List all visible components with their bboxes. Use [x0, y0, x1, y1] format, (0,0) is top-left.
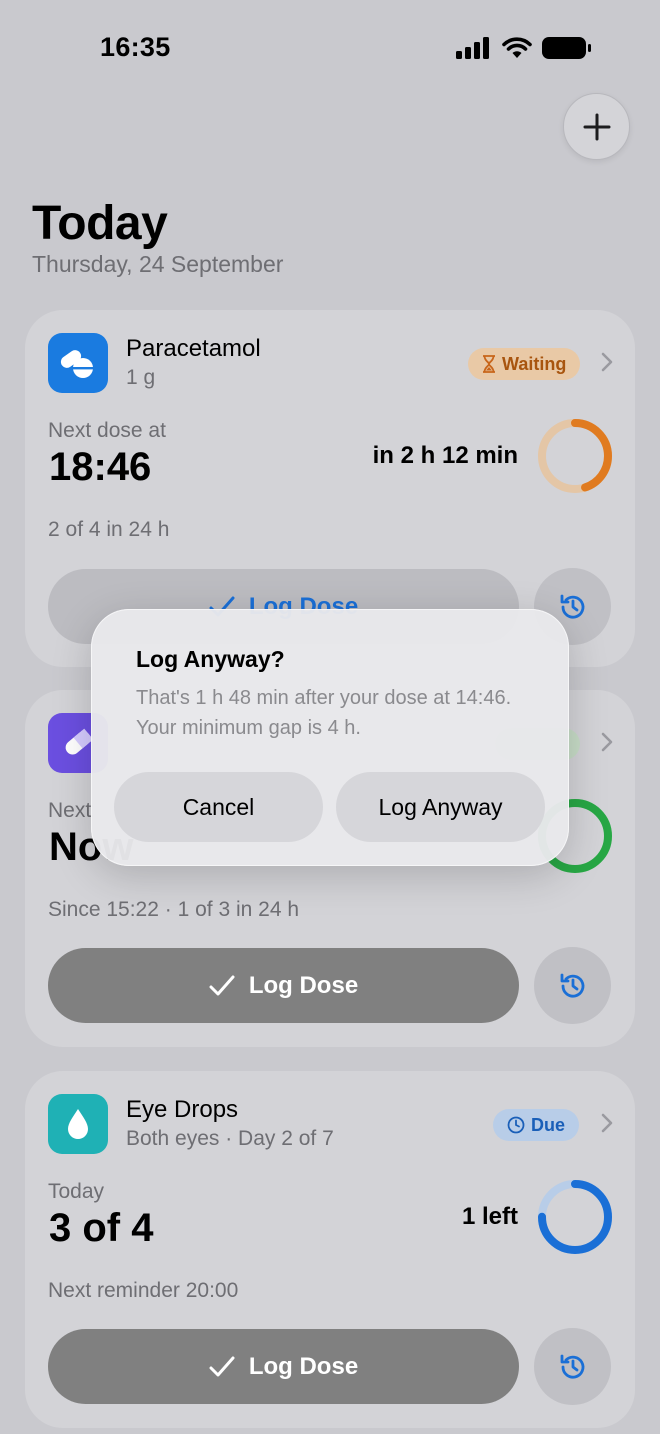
- wifi-icon: [502, 37, 532, 58]
- history-icon: [560, 973, 584, 998]
- medication-name: Eye Drops: [126, 1096, 239, 1123]
- dose-count: Since 15:22 · 1 of 3 in 24 h: [48, 898, 300, 921]
- log-dose-label: Log Dose: [248, 1352, 359, 1380]
- chevron-right-icon[interactable]: [601, 1113, 613, 1133]
- history-button[interactable]: [534, 1328, 611, 1405]
- log-anyway-button[interactable]: Log Anyway: [336, 772, 545, 842]
- next-dose-time: 18:46: [49, 445, 152, 489]
- progress-ring: [538, 419, 612, 493]
- next-dose-label: Next: [48, 799, 92, 822]
- medication-dosage: Both eyes · Day 2 of 7: [126, 1127, 334, 1150]
- today-label: Today: [48, 1180, 105, 1203]
- doses-left: 1 left: [461, 1203, 518, 1230]
- alert-title: Log Anyway?: [136, 646, 285, 672]
- history-icon: [560, 1354, 584, 1379]
- checkmark-icon: [209, 1356, 235, 1376]
- history-button[interactable]: [534, 947, 611, 1024]
- medication-dosage: 1 g: [126, 366, 156, 389]
- hourglass-icon: [483, 355, 495, 373]
- status-badge-label: Waiting: [502, 353, 567, 374]
- checkmark-icon: [209, 975, 235, 995]
- cellular-signal-icon: [456, 37, 489, 59]
- alert-message: That's 1 h 48 min after your dose at 14:…: [136, 687, 512, 739]
- medication-card-eye-drops[interactable]: Eye Drops Both eyes · Day 2 of 7 Due Tod…: [25, 1071, 635, 1428]
- chevron-right-icon[interactable]: [601, 352, 613, 372]
- cancel-button[interactable]: Cancel: [114, 772, 323, 842]
- status-bar: 16:35: [0, 0, 660, 96]
- battery-icon: [542, 37, 591, 59]
- status-icons: [456, 36, 592, 60]
- plus-icon: [583, 113, 610, 140]
- add-medication-button[interactable]: [563, 93, 630, 160]
- doses-today: 3 of 4: [49, 1206, 154, 1250]
- next-dose-label: Next dose at: [48, 419, 166, 442]
- medication-name: Paracetamol: [126, 335, 261, 362]
- progress-ring: [538, 1180, 612, 1254]
- status-badge: Due: [493, 1109, 580, 1141]
- log-dose-button[interactable]: Log Dose: [48, 1329, 519, 1404]
- clock-icon: [507, 1116, 525, 1134]
- drop-icon: [48, 1094, 108, 1154]
- log-dose-button[interactable]: Log Dose: [48, 948, 519, 1023]
- status-badge: Waiting: [468, 348, 581, 380]
- status-time: 16:35: [100, 32, 171, 62]
- log-anyway-alert: Log Anyway? That's 1 h 48 min after your…: [91, 609, 569, 866]
- page-date: Thursday, 24 September: [32, 251, 284, 277]
- status-badge-label: Due: [531, 1114, 566, 1135]
- time-until-dose: in 2 h 12 min: [372, 442, 518, 469]
- pill-icon: [48, 333, 108, 393]
- history-icon: [560, 594, 584, 619]
- next-reminder: Next reminder 20:00: [48, 1279, 239, 1302]
- chevron-right-icon[interactable]: [601, 732, 613, 752]
- dose-count: 2 of 4 in 24 h: [48, 518, 170, 541]
- log-dose-label: Log Dose: [248, 971, 359, 999]
- page-title: Today: [32, 197, 168, 250]
